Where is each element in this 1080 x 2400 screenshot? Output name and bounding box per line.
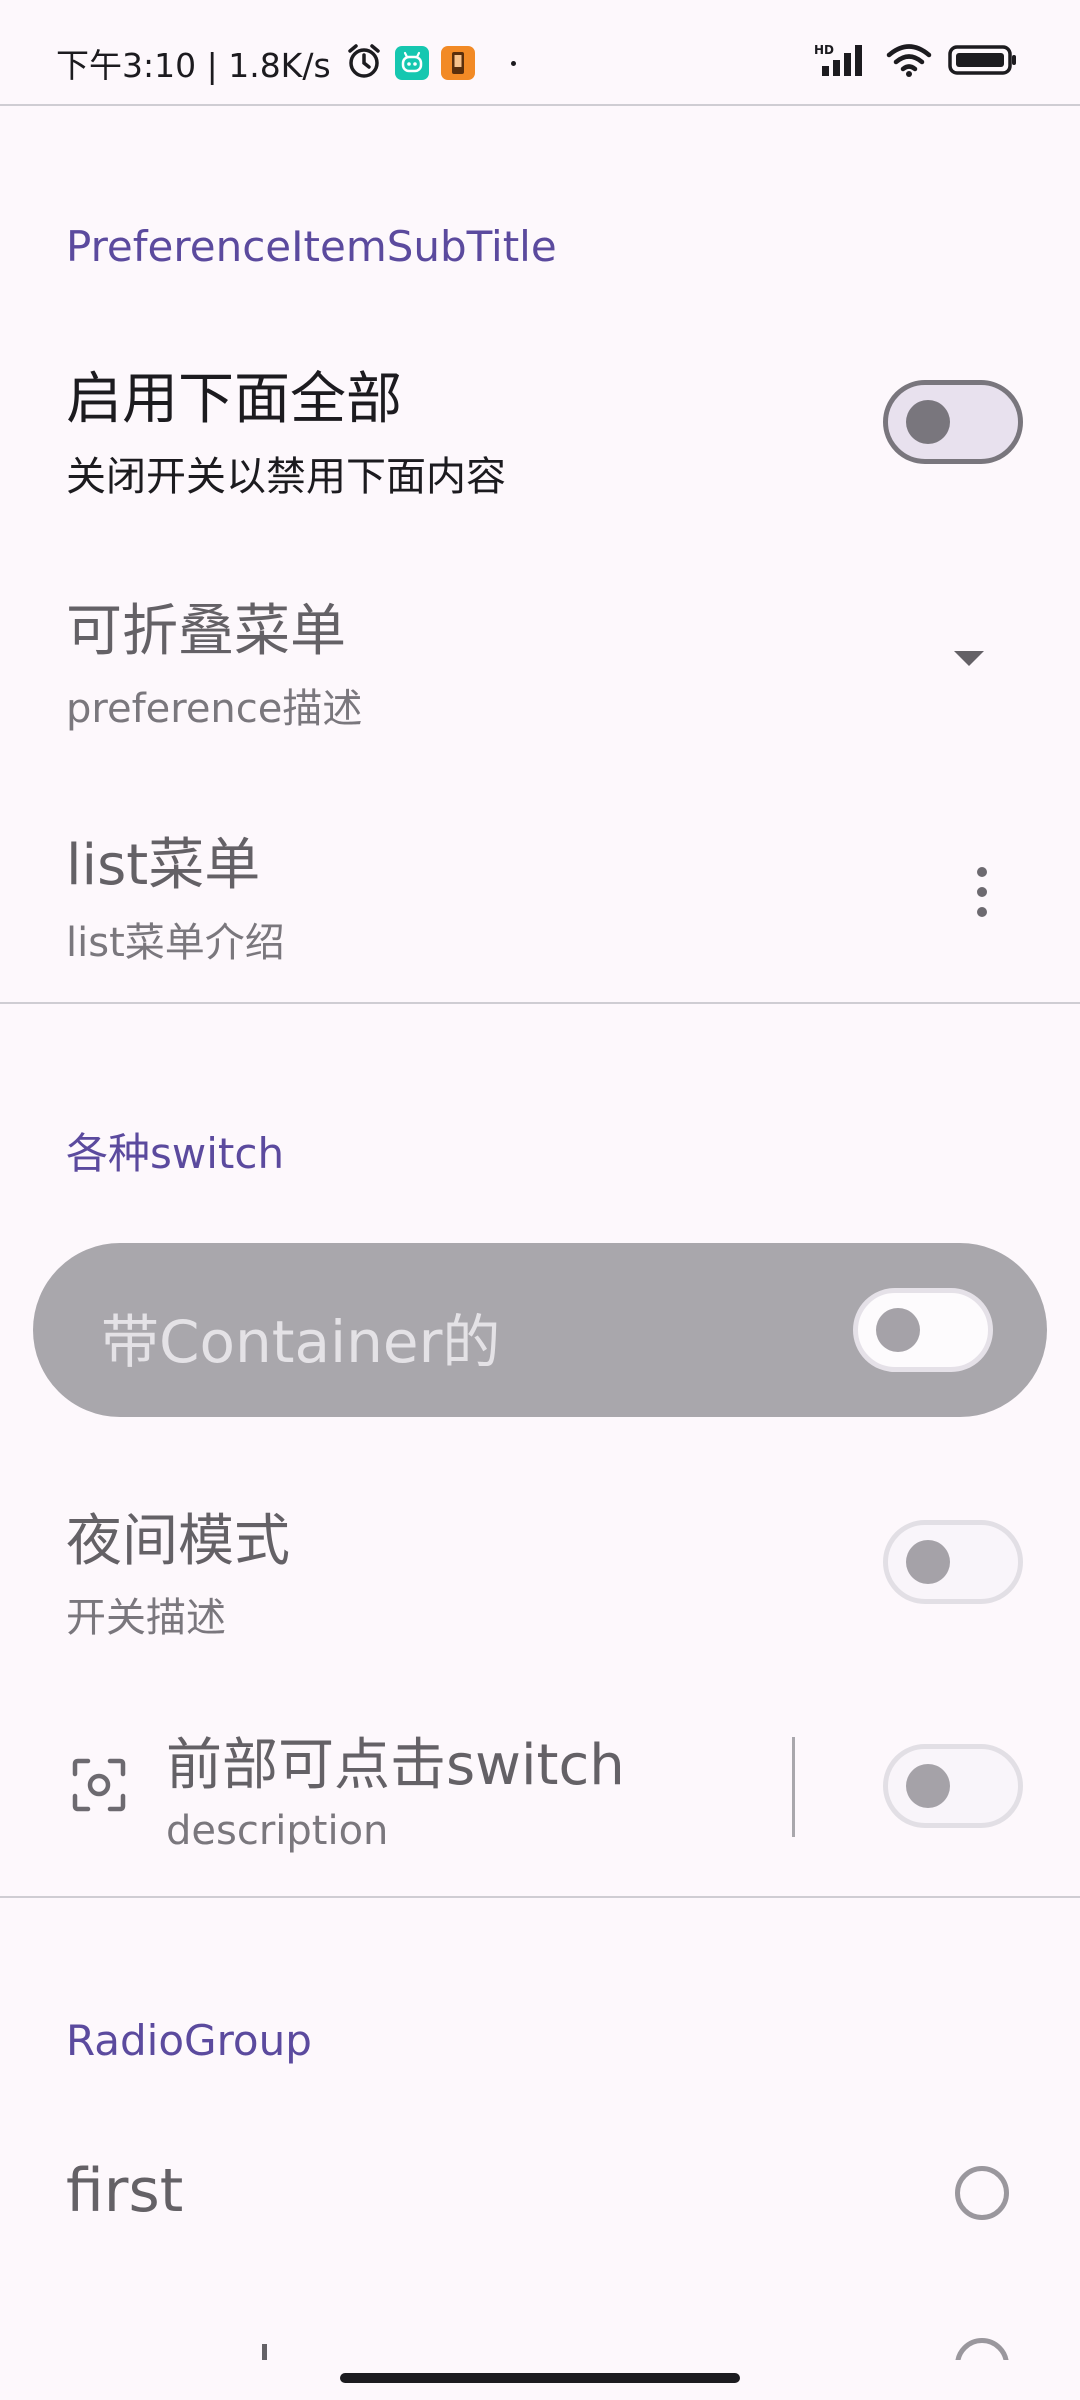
- alarm-icon: [345, 42, 383, 84]
- collapsible-menu-title: 可折叠菜单: [66, 599, 346, 664]
- cellular-signal-icon: HD: [814, 42, 870, 82]
- switch-thumb: [906, 1540, 950, 1584]
- enable-all-subtitle: 关闭开关以禁用下面内容: [66, 454, 506, 500]
- container-switch-toggle[interactable]: [853, 1288, 993, 1372]
- status-right: HD: [798, 42, 1018, 82]
- front-clickable-subtitle: description: [166, 1808, 389, 1854]
- front-clickable-switch[interactable]: [883, 1744, 1023, 1828]
- collapsible-menu-subtitle: preference描述: [66, 686, 363, 732]
- switch-thumb: [906, 1764, 950, 1808]
- more-vert-icon[interactable]: [970, 866, 994, 922]
- screenshot-frame-icon: [72, 1758, 126, 1816]
- phone-app-icon: [440, 46, 475, 80]
- radio-button-partial[interactable]: [955, 2338, 1009, 2360]
- switch-thumb: [906, 400, 950, 444]
- enable-all-title: 启用下面全部: [66, 367, 402, 432]
- screen: 下午3:10 | 1.8K/s HD PreferenceItemSubTitl…: [0, 0, 1080, 2400]
- app-notification-icon: [394, 46, 429, 80]
- container-switch-row[interactable]: 带Container的: [33, 1243, 1047, 1417]
- battery-icon: [948, 43, 1018, 81]
- status-left: 下午3:10 | 1.8K/s: [56, 36, 516, 90]
- dropdown-arrow-icon[interactable]: [952, 648, 986, 672]
- section-header-switches: 各种switch: [66, 1129, 285, 1178]
- section-header-preference-subtitle: PreferenceItemSubTitle: [66, 222, 557, 271]
- night-mode-switch[interactable]: [883, 1520, 1023, 1604]
- wifi-icon: [886, 42, 932, 82]
- section-header-radiogroup: RadioGroup: [66, 2016, 312, 2065]
- section2-divider: [0, 1896, 1080, 1898]
- switch-thumb: [876, 1308, 920, 1352]
- status-bar-divider: [0, 104, 1080, 106]
- network-label: HD: [814, 43, 834, 57]
- night-mode-subtitle: 开关描述: [66, 1595, 226, 1641]
- front-clickable-title: 前部可点击switch: [166, 1733, 625, 1798]
- enable-all-switch[interactable]: [883, 380, 1023, 464]
- night-mode-title: 夜间模式: [66, 1509, 290, 1574]
- list-menu-subtitle: list菜单介绍: [66, 920, 285, 966]
- list-menu-title: list菜单: [66, 833, 261, 898]
- vertical-divider: [792, 1737, 795, 1837]
- section1-divider: [0, 1002, 1080, 1004]
- more-notifications-dot: [510, 60, 516, 66]
- status-time-speed: 下午3:10 | 1.8K/s: [56, 46, 331, 85]
- radio-button[interactable]: [955, 2166, 1009, 2220]
- home-indicator[interactable]: [340, 2373, 740, 2383]
- container-switch-label: 带Container的: [101, 1308, 501, 1376]
- partial-text-stub: [262, 2344, 267, 2360]
- status-bar: 下午3:10 | 1.8K/s HD: [0, 0, 1080, 104]
- radio-option-label: first: [66, 2156, 184, 2226]
